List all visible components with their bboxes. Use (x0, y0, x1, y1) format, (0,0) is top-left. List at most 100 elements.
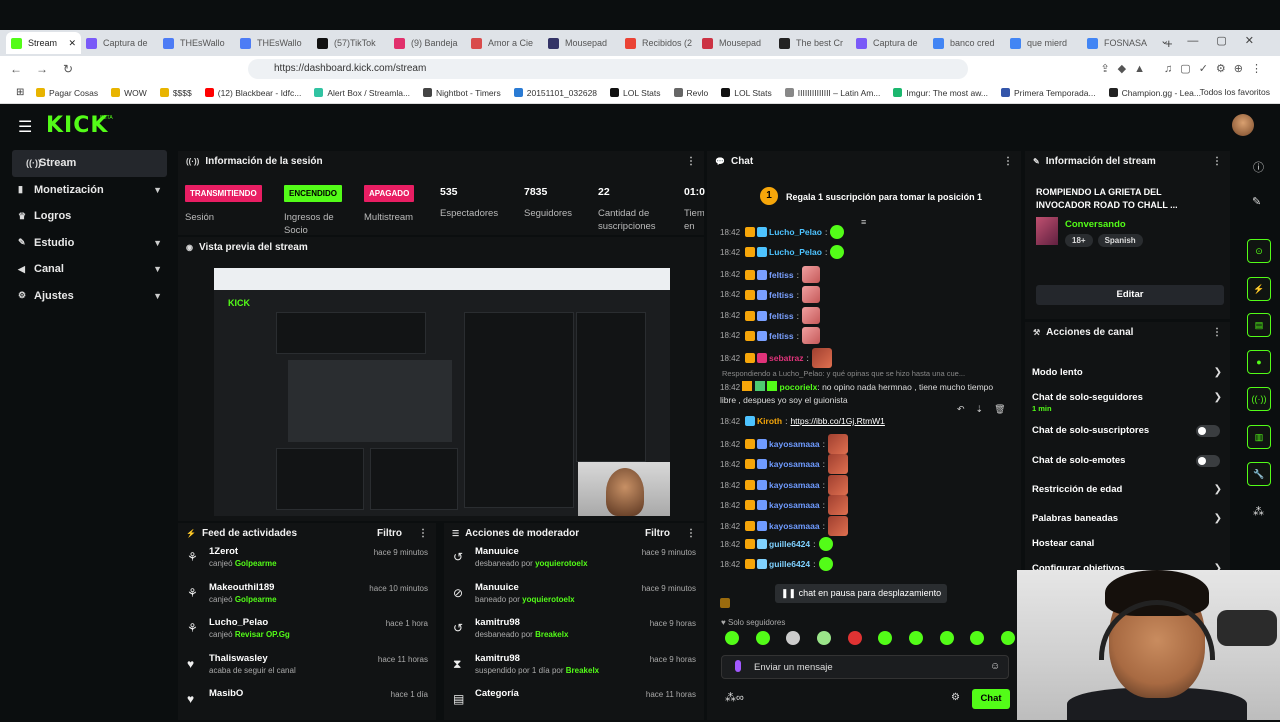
chat-username[interactable]: guille6424 (769, 559, 810, 569)
extension-icons[interactable]: ⇪◆▲ ♫▢✓⚙⊕⋮ (1100, 62, 1270, 75)
stream-preview-video[interactable]: KICK (214, 268, 670, 516)
emote-icon[interactable] (755, 631, 770, 645)
tag-pill[interactable]: Spanish (1097, 234, 1143, 247)
browser-tab[interactable]: THEsWallo (235, 32, 312, 54)
bookmark-item[interactable]: Nightbot - Timers (423, 88, 501, 98)
more-icon[interactable]: ⋮ (1212, 327, 1222, 338)
list-item[interactable]: ⚘ Lucho_Pelao canjeó Revisar OP.Gg hace 1 h… (178, 615, 436, 651)
emote-icon[interactable] (725, 631, 739, 645)
channel-action-row[interactable]: Palabras baneadas ❯ (1025, 513, 1230, 529)
mic-icon[interactable] (735, 660, 741, 672)
chat-username[interactable]: kayosamaaa (769, 459, 820, 469)
channel-action-row[interactable]: Chat de solo-suscriptores (1025, 425, 1230, 441)
list-item[interactable]: ↺ Manuuice desbaneado por yoquierotoelx hac… (444, 544, 704, 580)
channel-action-row[interactable]: Chat de solo-emotes (1025, 455, 1230, 471)
more-icon[interactable]: ⋮ (1212, 156, 1222, 167)
chat-username[interactable]: kayosamaaa (769, 521, 820, 531)
feed-filter-button[interactable]: Filtro (377, 528, 402, 539)
channel-action-row[interactable]: Chat de solo-seguidores 1 min ❯ (1025, 392, 1230, 413)
emote-icon[interactable] (847, 631, 862, 645)
browser-tab[interactable]: Mousepad (543, 32, 620, 54)
channel-action-row[interactable]: Modo lento ❯ (1025, 367, 1230, 383)
bookmark-item[interactable]: IIIIIIIIIIIIII – Latin Am... (784, 88, 880, 98)
sidebar-item-stream[interactable]: ((·)) Stream (12, 150, 167, 177)
signal-icon[interactable]: ((·)) (1247, 387, 1271, 411)
chat-username[interactable]: pocorielx (780, 382, 818, 392)
chat-username[interactable]: kayosamaaa (769, 500, 820, 510)
list-item[interactable]: ♥ Thaliswasley acaba de seguir el canal ha… (178, 651, 436, 687)
chat-username[interactable]: guille6424 (769, 539, 810, 549)
emote-icon[interactable] (908, 631, 923, 645)
list-item[interactable]: ♥ MasibO hace 1 día (178, 686, 436, 722)
points-icon[interactable]: ⁂∞ (725, 691, 744, 704)
list-item[interactable]: ⊘ Manuuice baneado por yoquierotoelx hace 9… (444, 580, 704, 616)
toggle-switch[interactable] (1196, 455, 1220, 467)
reload-icon[interactable]: ↻ (58, 62, 78, 76)
chat-username[interactable]: Kiroth (757, 416, 782, 426)
clipboard-icon[interactable]: ▤ (1247, 313, 1271, 337)
sidebar-item-ajustes[interactable]: ⚙ Ajustes ▼ (0, 283, 172, 310)
list-item[interactable]: ▤ Categoría hace 11 horas (444, 686, 704, 722)
bookmark-item[interactable]: 20151101_032628 (513, 88, 597, 98)
target-icon[interactable]: ⊙ (1247, 239, 1271, 263)
bookmark-item[interactable]: Primera Temporada... (1000, 88, 1096, 98)
chat-username[interactable]: kayosamaaa (769, 439, 820, 449)
back-icon[interactable]: ← (6, 62, 26, 76)
apps-icon[interactable]: ⊞ (16, 87, 24, 98)
chat-username[interactable]: feltiss (769, 331, 794, 341)
chat-bubble-icon[interactable]: ● (1247, 350, 1271, 374)
browser-tab[interactable]: banco cred (928, 32, 1005, 54)
chat-username[interactable]: sebatraz (769, 353, 804, 363)
browser-tab[interactable]: The best Cr (774, 32, 851, 54)
sidebar-item-canal[interactable]: ◀ Canal ▼ (0, 256, 172, 283)
channel-action-row[interactable]: Hostear canal (1025, 538, 1230, 554)
tag-pill[interactable]: 18+ (1065, 234, 1093, 247)
list-item[interactable]: ⚘ Makeouthil189 canjeó Golpearme hace 10 mi… (178, 580, 436, 616)
emote-icon[interactable] (786, 631, 801, 645)
user-avatar[interactable] (1232, 114, 1254, 136)
browser-tab[interactable]: que mierd (1005, 32, 1082, 54)
more-icon[interactable]: ⋮ (1003, 156, 1013, 167)
server-icon[interactable]: ▥ (1247, 425, 1271, 449)
forward-icon[interactable]: → (32, 62, 52, 76)
bookmark-item[interactable]: Imgur: The most aw... (893, 88, 988, 98)
more-icon[interactable]: ⋮ (686, 528, 696, 539)
sidebar-item-logros[interactable]: ♛ Logros (0, 203, 172, 230)
list-item[interactable]: ↺ kamitru98 desbaneado por Breakelx hace 9 … (444, 615, 704, 651)
emote-icon[interactable] (1000, 631, 1015, 645)
chat-username[interactable]: Lucho_Pelao (769, 247, 822, 257)
browser-tab[interactable]: Recibidos (2 (620, 32, 697, 54)
toggle-switch[interactable] (1196, 425, 1220, 437)
chat-username[interactable]: feltiss (769, 270, 794, 280)
chat-username[interactable]: feltiss (769, 290, 794, 300)
bookmark-item[interactable]: LOL Stats (610, 88, 661, 98)
chat-link[interactable]: https://ibb.co/1Gj.RtmW1 (790, 416, 884, 426)
bookmark-item[interactable]: Revlo (673, 88, 708, 98)
browser-tab[interactable]: Mousepad (697, 32, 774, 54)
browser-tab[interactable]: Amor a Cie (466, 32, 543, 54)
more-icon[interactable]: ⋮ (418, 528, 428, 539)
sidebar-item-estudio[interactable]: ✎ Estudio ▼ (0, 230, 172, 257)
emote-icon[interactable] (970, 631, 985, 645)
bookmark-item[interactable]: $$$$ (159, 88, 192, 98)
bookmark-item[interactable]: Pagar Cosas (36, 88, 98, 98)
chat-username[interactable]: Lucho_Pelao (769, 227, 822, 237)
bookmark-item[interactable]: Champion.gg - Lea... (1108, 88, 1201, 98)
more-icon[interactable]: ⋮ (686, 156, 696, 167)
wrench-icon[interactable]: 🔧 (1247, 462, 1271, 486)
edit-stream-button[interactable]: Editar (1036, 285, 1224, 305)
channel-action-row[interactable]: Restricción de edad ❯ (1025, 484, 1230, 500)
menu-icon[interactable]: ☰ (18, 117, 32, 137)
chat-username[interactable]: feltiss (769, 311, 794, 321)
bookmark-item[interactable]: (12) Blackbear - Idfc... (204, 88, 301, 98)
browser-tab[interactable]: Captura de (81, 32, 158, 54)
bolt-icon[interactable]: ⚡ (1247, 277, 1271, 301)
emote-icon[interactable] (939, 631, 954, 645)
bookmark-item[interactable]: WOW (111, 88, 147, 98)
list-item[interactable]: ⚘ 1Zerot canjeó Golpearme hace 9 minutos (178, 544, 436, 580)
bookmarks-all[interactable]: Todos los favoritos (1200, 87, 1270, 97)
gear-icon[interactable]: ⚙ (951, 692, 960, 703)
browser-tab[interactable]: (9) Bandeja (389, 32, 466, 54)
info-icon[interactable]: ⓘ (1253, 159, 1264, 175)
browser-tab[interactable]: Stream ✕ (6, 32, 81, 54)
